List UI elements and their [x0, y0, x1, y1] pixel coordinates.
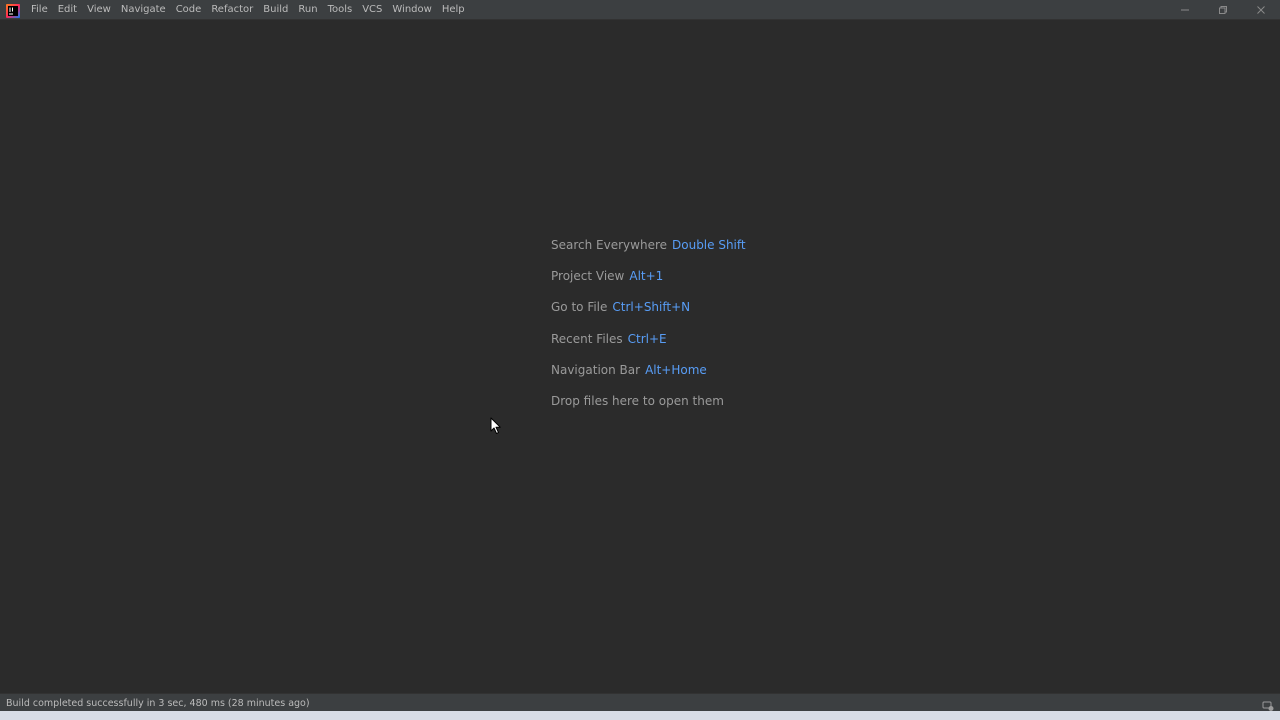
hint-project-view: Project View Alt+1	[551, 261, 746, 292]
menu-file[interactable]: File	[26, 0, 53, 19]
hint-shortcut: Alt+1	[629, 269, 664, 284]
hint-shortcut: Double Shift	[672, 238, 746, 252]
hint-label: Go to File	[551, 300, 608, 315]
menu-view[interactable]: View	[82, 0, 116, 19]
menu-edit[interactable]: Edit	[53, 0, 82, 19]
hint-label: Navigation Bar	[551, 362, 641, 377]
hint-shortcut: Ctrl+E	[627, 331, 667, 346]
hint-label: Search Everywhere	[551, 238, 667, 252]
menu-items: File Edit View Navigate Code Refactor Bu…	[26, 0, 470, 19]
menu-run[interactable]: Run	[293, 0, 322, 19]
menu-navigate[interactable]: Navigate	[116, 0, 171, 19]
close-icon	[1257, 5, 1265, 14]
hint-shortcut: Ctrl+Shift+N	[612, 300, 691, 315]
minimize-icon	[1181, 9, 1189, 10]
hint-label: Recent Files	[551, 331, 623, 346]
restore-button[interactable]	[1204, 0, 1242, 19]
hint-search-everywhere: Search Everywhere Double Shift	[551, 230, 746, 261]
hint-label: Drop files here to open them	[551, 393, 724, 408]
menu-help[interactable]: Help	[437, 0, 470, 19]
menu-build[interactable]: Build	[258, 0, 293, 19]
hint-shortcut: Alt+Home	[645, 362, 707, 377]
editor-empty-hints: Search Everywhere Double Shift Project Vi…	[551, 230, 746, 417]
hint-navigation-bar: Navigation Bar Alt+Home	[551, 355, 746, 386]
status-bar: Build completed successfully in 3 sec, 4…	[0, 693, 1280, 712]
close-button[interactable]	[1242, 0, 1280, 19]
mouse-cursor-icon	[490, 417, 502, 439]
window-controls	[1166, 0, 1280, 19]
menu-vcs[interactable]: VCS	[357, 0, 387, 19]
status-message[interactable]: Build completed successfully in 3 sec, 4…	[6, 698, 310, 709]
os-taskbar-edge	[0, 711, 1280, 720]
menu-tools[interactable]: Tools	[323, 0, 358, 19]
ide-window: File Edit View Navigate Code Refactor Bu…	[0, 0, 1280, 720]
hint-label: Project View	[551, 269, 625, 284]
restore-icon	[1219, 5, 1227, 14]
menu-window[interactable]: Window	[387, 0, 436, 19]
hint-drop-files: Drop files here to open them	[551, 386, 746, 417]
menu-code[interactable]: Code	[171, 0, 207, 19]
hint-recent-files: Recent Files Ctrl+E	[551, 324, 746, 355]
menu-refactor[interactable]: Refactor	[206, 0, 258, 19]
hint-go-to-file: Go to File Ctrl+Shift+N	[551, 292, 746, 323]
intellij-logo-icon[interactable]	[6, 3, 20, 18]
minimize-button[interactable]	[1166, 0, 1204, 19]
menu-bar: File Edit View Navigate Code Refactor Bu…	[0, 0, 1280, 20]
